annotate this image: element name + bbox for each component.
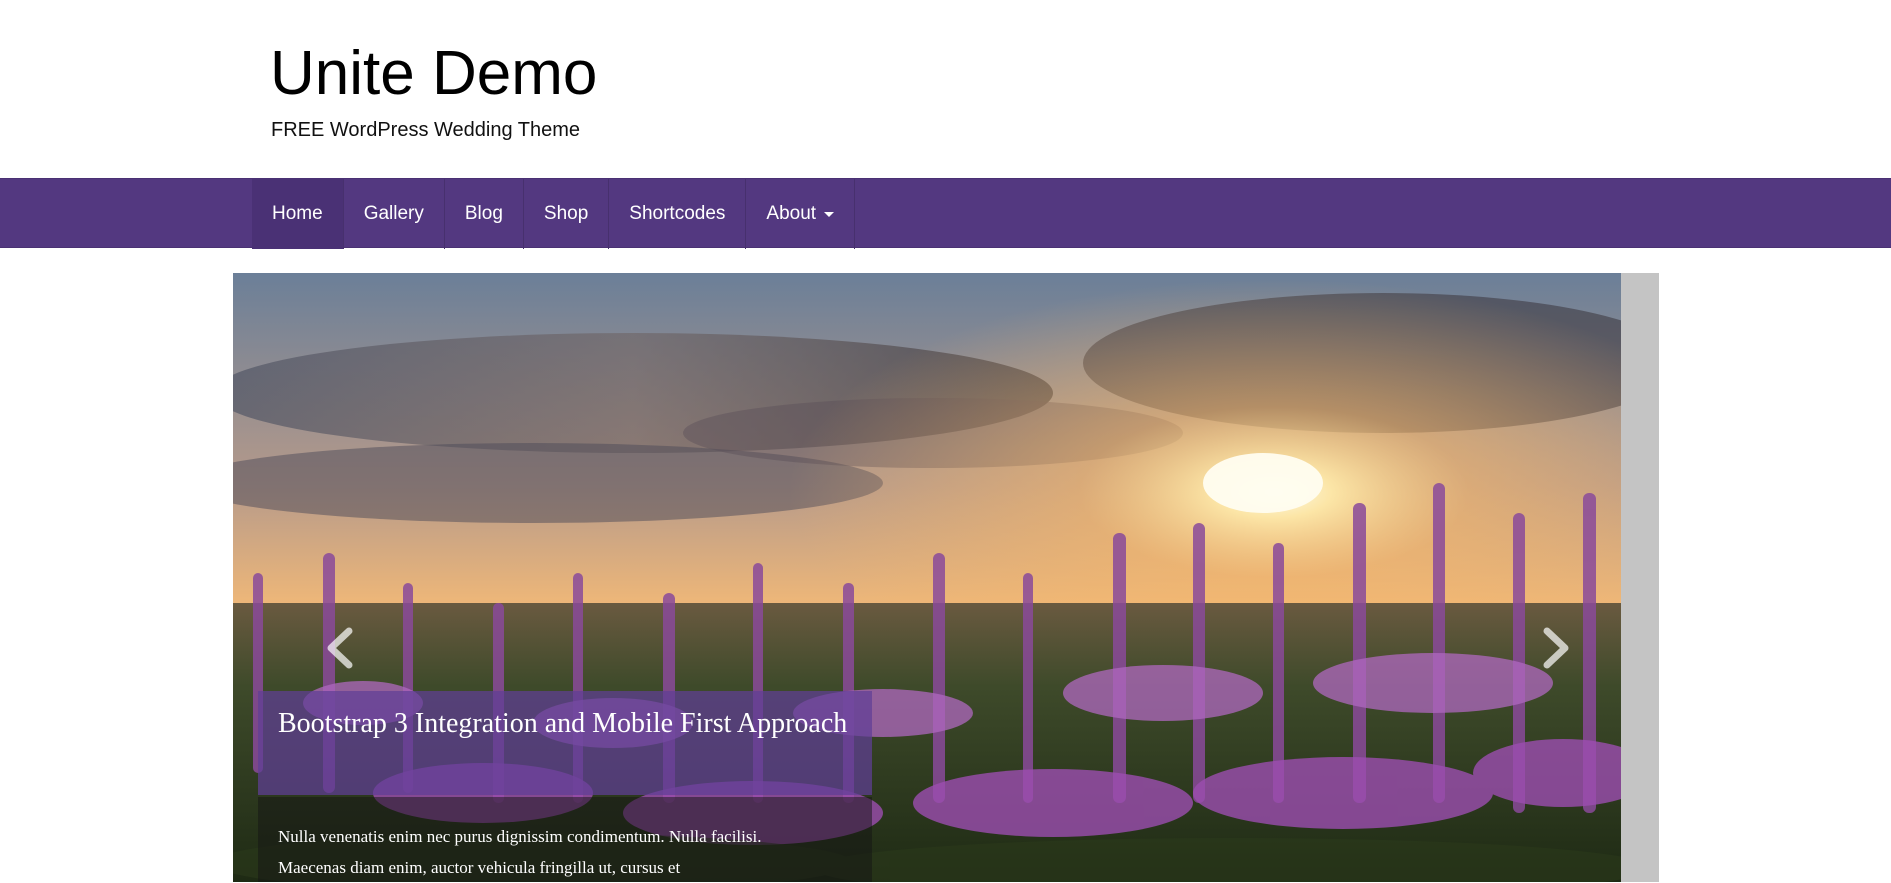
- nav-item-gallery[interactable]: Gallery: [344, 179, 445, 249]
- nav-item-label: Shop: [543, 203, 589, 224]
- nav-item-label: About: [766, 203, 817, 224]
- nav-item-label: Gallery: [363, 203, 424, 224]
- chevron-left-icon: [321, 623, 361, 673]
- caret-down-icon: [824, 211, 835, 217]
- nav-item-label: Shortcodes: [629, 203, 726, 224]
- slide-caption-title[interactable]: Bootstrap 3 Integration and Mobile First…: [278, 707, 852, 740]
- slide-caption-text-box: Nulla venenatis enim nec purus dignissim…: [258, 797, 872, 882]
- hero-slider: Bootstrap 3 Integration and Mobile First…: [233, 273, 1659, 882]
- site-title[interactable]: Unite Demo: [270, 38, 597, 110]
- site-tagline: FREE WordPress Wedding Theme: [271, 119, 581, 141]
- nav-item-label: Blog: [464, 203, 503, 224]
- site-header: Unite Demo FREE WordPress Wedding Theme: [0, 0, 1891, 178]
- slider-prev-button[interactable]: [321, 623, 361, 673]
- nav-item-home[interactable]: Home: [252, 179, 344, 249]
- nav-menu: Home Gallery Blog Shop Shortcodes About: [252, 179, 856, 249]
- slider-next-button[interactable]: [1535, 623, 1575, 673]
- nav-item-shortcodes[interactable]: Shortcodes: [609, 179, 747, 249]
- nav-item-label: Home: [272, 203, 323, 224]
- slide-caption-title-box: Bootstrap 3 Integration and Mobile First…: [258, 691, 872, 795]
- nav-item-about[interactable]: About: [746, 179, 856, 249]
- nav-item-blog[interactable]: Blog: [445, 179, 524, 249]
- main-navbar: Home Gallery Blog Shop Shortcodes About: [0, 178, 1891, 249]
- slide-caption-text: Nulla venenatis enim nec purus dignissim…: [278, 827, 762, 877]
- nav-item-shop[interactable]: Shop: [524, 179, 610, 249]
- chevron-right-icon: [1535, 623, 1575, 673]
